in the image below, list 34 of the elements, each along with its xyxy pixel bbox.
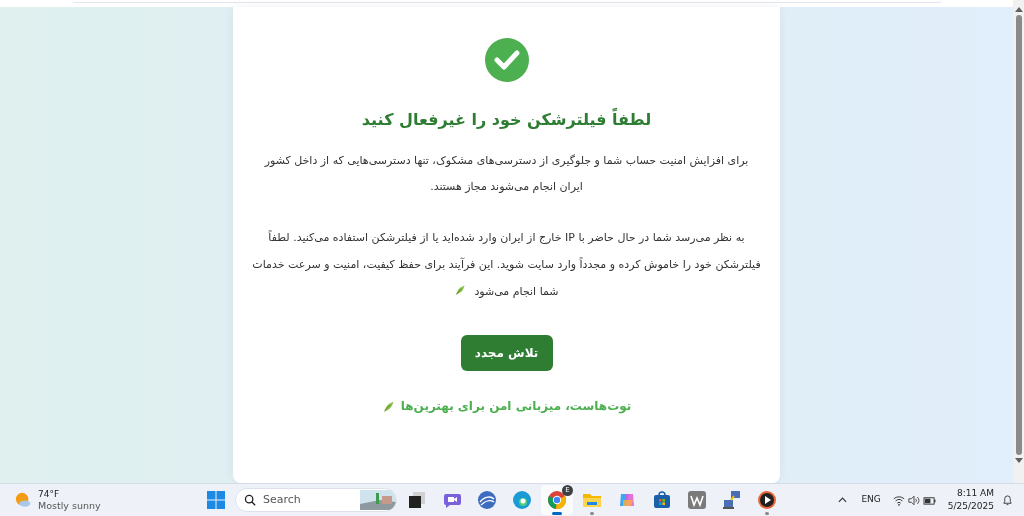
description-text: برای افزایش امنیت حساب شما و جلوگیری از دسترسی‌های مشکوک، تنها دسترسی‌هایی که از داخل کشور ایران انجام می‌شوند مجاز هستند. — [263, 153, 750, 195]
sun-cloud-icon — [14, 491, 32, 509]
network-computers-icon — [722, 490, 742, 510]
store-bag-icon — [652, 490, 672, 510]
chrome-icon — [547, 490, 567, 510]
leaf-icon — [381, 399, 395, 413]
language-indicator[interactable]: ENG — [861, 493, 881, 507]
globe-icon — [477, 490, 497, 510]
running-indicator — [765, 512, 769, 515]
wordpress-tile-icon — [687, 490, 707, 510]
active-indicator — [552, 512, 562, 515]
page-title: لطفاً فیلترشکن خود را غیرفعال کنید — [361, 108, 652, 131]
footer-text: توت‌هاست، میزبانی امن برای بهترین‌ها — [400, 398, 632, 415]
retry-button[interactable]: تلاش مجدد — [460, 335, 553, 371]
clock-date[interactable]: 5/25/2025 — [947, 500, 994, 513]
running-indicator — [590, 512, 594, 515]
clock-time[interactable]: 8:11 AM — [957, 487, 994, 500]
scrollbar[interactable] — [1013, 0, 1024, 483]
weather-temperature: 74°F — [38, 488, 61, 500]
check-circle-icon — [484, 38, 529, 82]
wifi-icon[interactable] — [892, 494, 905, 506]
play-icon — [757, 490, 777, 510]
task-view-icon — [407, 490, 427, 510]
battery-icon[interactable] — [922, 494, 936, 506]
windows-logo-icon — [206, 490, 226, 510]
speaker-icon[interactable] — [907, 494, 920, 506]
search-icon — [244, 494, 256, 506]
search-field[interactable]: Search — [235, 488, 397, 512]
vpn-notice-text: به نظر می‌رسد شما در حال حاضر با IP خارج از ایران وارد شده‌اید یا از فیلترشکن استفاده می‌کنید. لطفاً فیلترشکن خود را خاموش کرده و مجدداً وارد سایت شوید. این فرآیند برای حفظ کیفیت، امنیت و سرعت خدمات شما انجام می‌شود — [251, 229, 762, 300]
chevron-up-icon[interactable] — [838, 497, 848, 503]
weather-condition: Mostly sunny — [38, 500, 101, 512]
leaf-icon — [454, 284, 467, 296]
bell-icon[interactable] — [1002, 494, 1013, 506]
browser-swirl-icon — [512, 490, 532, 510]
